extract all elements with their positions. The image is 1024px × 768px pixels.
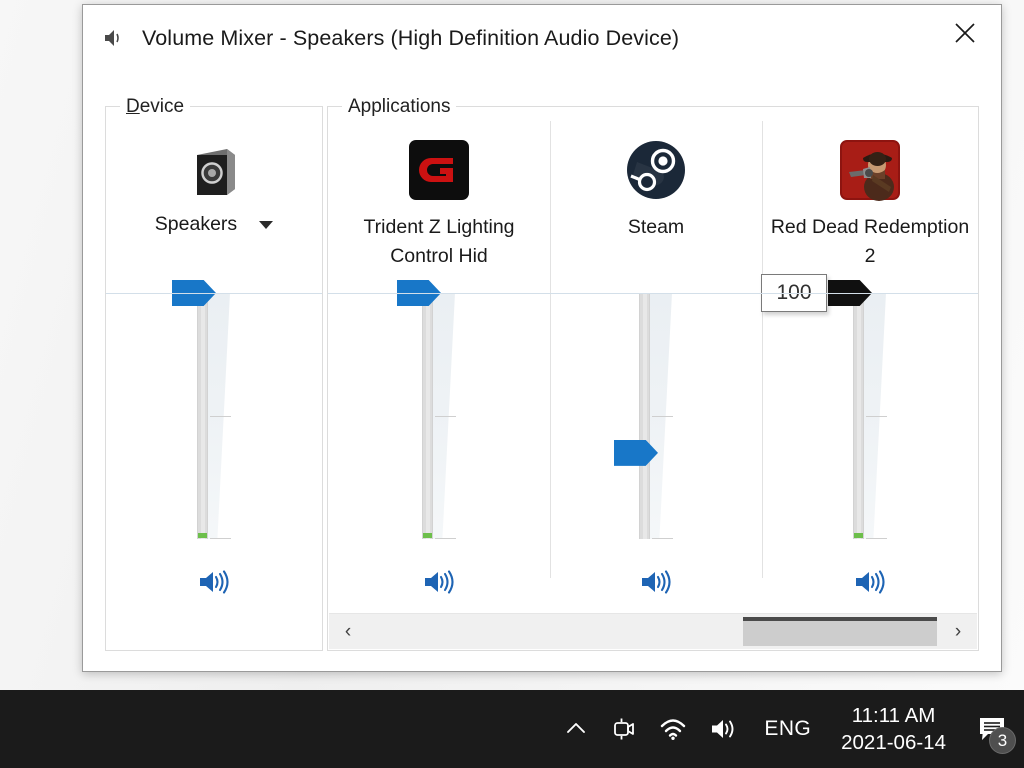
network-tray-button[interactable] xyxy=(648,690,698,768)
system-tray: ENG 11:11 AM 2021-06-14 3 xyxy=(552,690,1024,768)
red-dead-redemption-2-icon xyxy=(762,131,978,209)
volume-on-icon xyxy=(425,570,454,594)
app-slider-rail[interactable] xyxy=(639,293,650,539)
device-group: Device Speakers xyxy=(105,96,323,651)
clock-date: 2021-06-14 xyxy=(841,731,946,754)
app-mute-button-steam[interactable] xyxy=(633,562,679,602)
speakers-device-icon xyxy=(106,131,322,209)
app-label: Trident Z Lighting Control Hid xyxy=(363,216,515,267)
recording-tray-button[interactable] xyxy=(600,690,648,768)
app-tick-mid xyxy=(652,416,673,417)
device-select[interactable]: Speakers xyxy=(106,213,322,236)
gskill-g-logo-icon xyxy=(328,131,550,209)
window-title: Volume Mixer - Speakers (High Definition… xyxy=(142,25,680,50)
app-slider-rail[interactable] xyxy=(422,293,433,539)
app-column-trident-z: Trident Z Lighting Control Hid xyxy=(328,107,550,650)
device-mute-button[interactable] xyxy=(191,562,237,602)
volume-tray-button[interactable] xyxy=(698,690,750,768)
window-title-bar[interactable]: Volume Mixer - Speakers (High Definition… xyxy=(83,5,1001,71)
device-column: Speakers xyxy=(106,107,322,650)
app-tick-mid xyxy=(435,416,456,417)
app-tick-mid xyxy=(866,416,887,417)
applications-scrollbar[interactable]: ‹ › xyxy=(329,613,977,649)
scroll-left-button[interactable]: ‹ xyxy=(329,614,367,649)
level-rule-device xyxy=(106,293,322,294)
app-peak-indicator xyxy=(854,533,863,538)
applications-group: Applications Trident Z Lighting Control … xyxy=(327,96,979,651)
level-rule-applications xyxy=(328,293,978,294)
app-volume-slider-red-dead-redemption-2[interactable]: 100 xyxy=(761,274,901,539)
app-tick-bottom xyxy=(652,538,673,539)
device-rail-inner xyxy=(201,293,205,539)
app-tick-bottom xyxy=(866,538,887,539)
close-icon xyxy=(955,23,975,43)
clock-time: 11:11 AM xyxy=(851,703,936,727)
clock[interactable]: 11:11 AM 2021-06-14 xyxy=(825,690,962,768)
device-slider-rail[interactable] xyxy=(197,293,208,539)
steam-logo-icon xyxy=(550,131,762,209)
app-slider-rail[interactable] xyxy=(853,293,864,539)
app-tick-bottom xyxy=(435,538,456,539)
chevron-down-icon[interactable] xyxy=(259,220,274,229)
volume-on-icon xyxy=(712,720,734,738)
app-label: Red Dead Redemption 2 xyxy=(770,216,970,267)
chevron-up-icon xyxy=(567,723,586,733)
speaker-icon xyxy=(101,25,127,51)
volume-on-icon xyxy=(200,570,229,594)
app-mute-button-trident-z[interactable] xyxy=(416,562,462,602)
camera-recording-icon xyxy=(614,718,635,740)
app-peak-indicator xyxy=(423,533,432,538)
app-rail-inner xyxy=(857,293,861,539)
notifications-button[interactable]: 3 xyxy=(962,690,1024,768)
device-volume-slider[interactable] xyxy=(172,280,245,539)
scroll-right-button[interactable]: › xyxy=(939,614,977,649)
volume-mixer-window: Volume Mixer - Speakers (High Definition… xyxy=(82,4,1002,672)
show-hidden-icons-button[interactable] xyxy=(552,690,600,768)
device-peak-indicator xyxy=(198,533,207,538)
device-tick-mid xyxy=(210,416,231,417)
device-tick-bottom xyxy=(210,538,231,539)
app-column-steam: Steam xyxy=(550,107,762,650)
app-mute-button-red-dead-redemption-2[interactable] xyxy=(847,562,893,602)
app-rail-inner xyxy=(426,293,430,539)
language-indicator[interactable]: ENG xyxy=(750,690,825,768)
app-volume-slider-steam[interactable] xyxy=(614,293,687,539)
notifications-badge: 3 xyxy=(989,727,1016,754)
taskbar: ENG 11:11 AM 2021-06-14 3 xyxy=(0,690,1024,768)
app-label: Steam xyxy=(627,216,685,238)
volume-on-icon xyxy=(642,570,671,594)
scrollbar-track[interactable] xyxy=(367,614,939,649)
scrollbar-thumb[interactable] xyxy=(743,617,937,646)
app-rail-inner xyxy=(643,293,647,539)
app-column-red-dead-redemption-2: Red Dead Redemption 2 100 xyxy=(761,107,978,650)
close-button[interactable] xyxy=(939,11,991,55)
volume-on-icon xyxy=(856,570,885,594)
device-name-label: Speakers xyxy=(154,213,238,235)
app-volume-slider-trident-z[interactable] xyxy=(397,280,470,539)
wifi-icon xyxy=(661,719,686,740)
